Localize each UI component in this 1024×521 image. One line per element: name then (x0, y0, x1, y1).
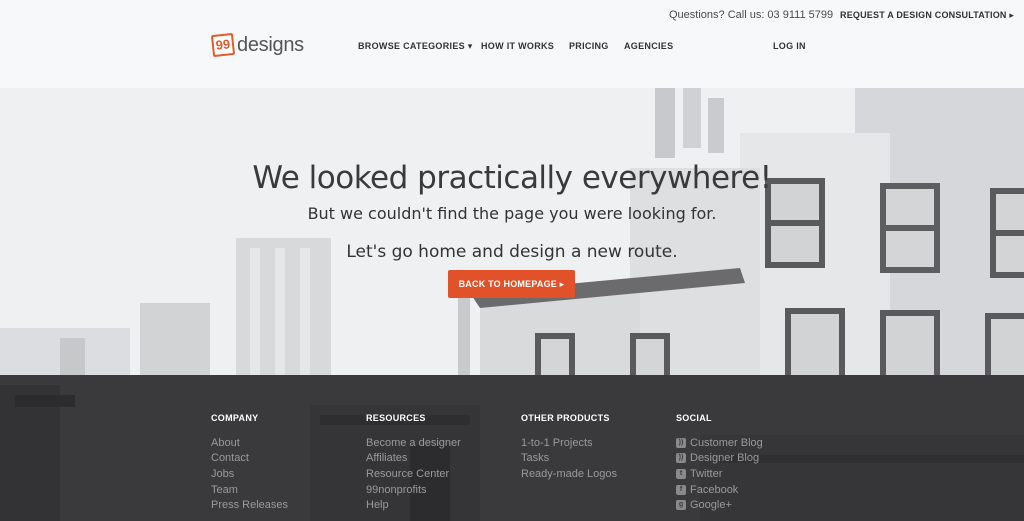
footer-link-help[interactable]: Help (366, 497, 461, 513)
footer-products-column: OTHER PRODUCTS 1-to-1 Projects Tasks Rea… (521, 413, 617, 482)
footer-link-about[interactable]: About (211, 435, 288, 451)
rss-icon: )) (676, 453, 686, 464)
footer-link-google-plus[interactable]: g Google+ (676, 497, 763, 513)
cta-text: Let's go home and design a new route. (346, 242, 678, 262)
footer-link-label: Facebook (690, 483, 739, 496)
footer-link-become-designer[interactable]: Become a designer (366, 435, 461, 451)
back-to-homepage-button[interactable]: BACK TO HOMEPAGE ▸ (448, 270, 575, 298)
footer-company-heading: COMPANY (211, 413, 259, 423)
footer-resources-heading: RESOURCES (366, 413, 426, 423)
footer-link-tasks[interactable]: Tasks (521, 451, 617, 467)
footer-link-1-to-1-projects[interactable]: 1-to-1 Projects (521, 435, 617, 451)
footer-link-team[interactable]: Team (211, 482, 288, 498)
request-consultation-link[interactable]: REQUEST A DESIGN CONSULTATION ▸ (840, 10, 1014, 21)
logo-badge: 99 (210, 32, 236, 58)
site-header: 99 designs BROWSE CATEGORIES ▾ HOW IT WO… (0, 30, 1024, 88)
footer-link-customer-blog[interactable]: )) Customer Blog (676, 435, 763, 451)
logo[interactable]: 99 designs (210, 30, 304, 60)
page-subtitle: But we couldn't find the page you were l… (307, 204, 717, 223)
rss-icon: )) (676, 437, 686, 448)
nav-how-it-works[interactable]: HOW IT WORKS (481, 41, 554, 51)
nav-browse-categories[interactable]: BROWSE CATEGORIES ▾ (358, 41, 473, 52)
footer-link-affiliates[interactable]: Affiliates (366, 451, 461, 467)
footer-link-contact[interactable]: Contact (211, 451, 288, 467)
hero-section: We looked practically everywhere! But we… (0, 88, 1024, 375)
footer-social-heading: SOCIAL (676, 413, 712, 423)
city-illustration (0, 88, 1024, 375)
footer-link-label: Twitter (690, 467, 723, 480)
footer-link-label: Customer Blog (690, 436, 763, 449)
footer-company-column: COMPANY About Contact Jobs Team Press Re… (211, 413, 288, 513)
footer-link-ready-made-logos[interactable]: Ready-made Logos (521, 466, 617, 482)
page-title: We looked practically everywhere! (252, 160, 772, 196)
site-footer: COMPANY About Contact Jobs Team Press Re… (0, 375, 1024, 521)
footer-link-facebook[interactable]: f Facebook (676, 482, 763, 498)
footer-resources-column: RESOURCES Become a designer Affiliates R… (366, 413, 461, 513)
facebook-icon: f (676, 484, 686, 495)
footer-city-silhouette (0, 375, 1024, 521)
footer-link-twitter[interactable]: t Twitter (676, 466, 763, 482)
nav-pricing[interactable]: PRICING (569, 41, 609, 51)
footer-link-jobs[interactable]: Jobs (211, 466, 288, 482)
footer-social-column: SOCIAL )) Customer Blog )) Designer Blog… (676, 413, 763, 513)
nav-agencies[interactable]: AGENCIES (624, 41, 673, 51)
logo-text: designs (237, 33, 304, 56)
questions-phone-text: Questions? Call us: 03 9111 5799 (669, 9, 834, 21)
footer-link-resource-center[interactable]: Resource Center (366, 466, 461, 482)
footer-link-designer-blog[interactable]: )) Designer Blog (676, 451, 763, 467)
footer-products-heading: OTHER PRODUCTS (521, 413, 610, 423)
google-plus-icon: g (676, 500, 686, 511)
footer-link-label: Designer Blog (690, 452, 760, 465)
top-utility-bar: Questions? Call us: 03 9111 5799 REQUEST… (0, 0, 1024, 30)
footer-link-press-releases[interactable]: Press Releases (211, 497, 288, 513)
footer-link-label: Google+ (690, 499, 732, 512)
nav-log-in[interactable]: LOG IN (773, 41, 806, 51)
footer-link-99nonprofits[interactable]: 99nonprofits (366, 482, 461, 498)
twitter-icon: t (676, 468, 686, 479)
